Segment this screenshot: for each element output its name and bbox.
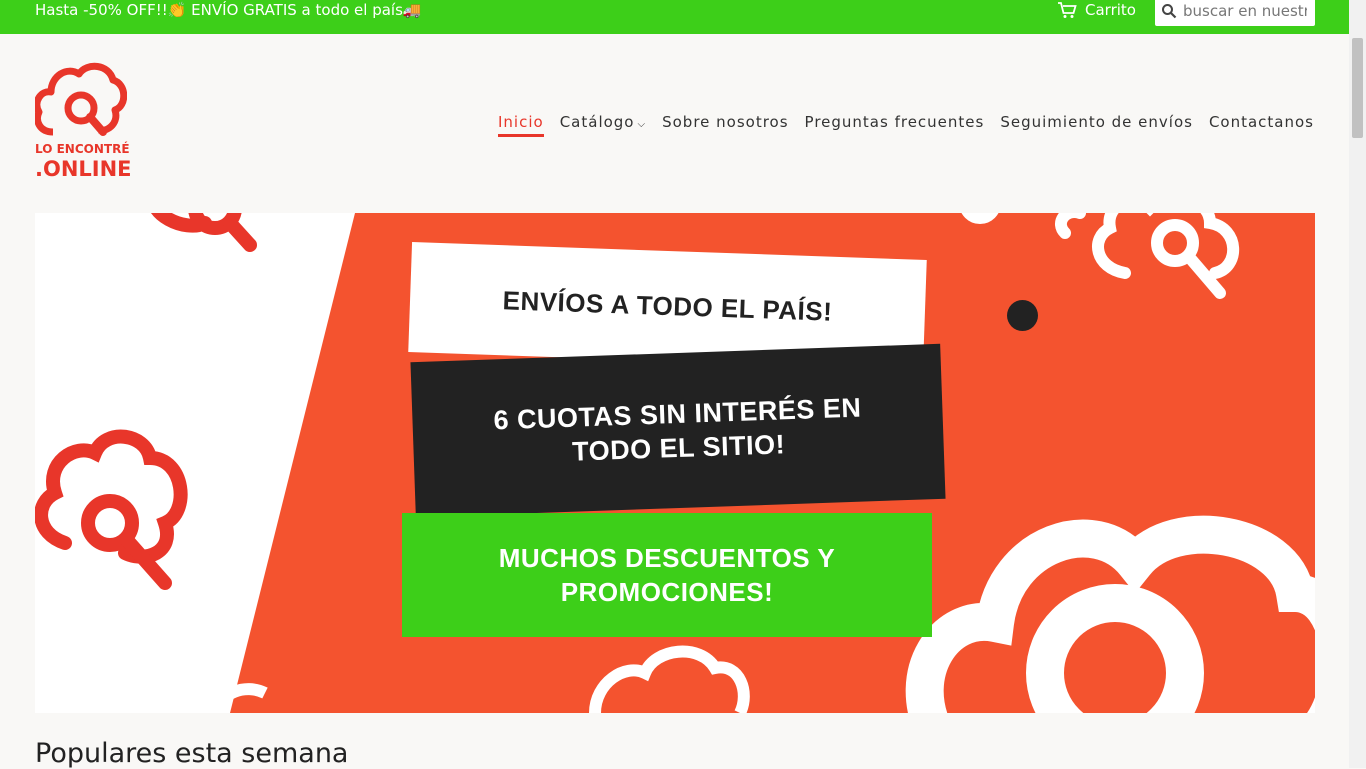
logo-cloud-icon — [33, 62, 128, 136]
search-input[interactable] — [1183, 2, 1307, 20]
nav-item-seguimiento-envios[interactable]: Seguimiento de envíos — [1000, 113, 1193, 135]
cart-icon — [1058, 1, 1077, 18]
announcement-bar: Hasta -50% OFF!!👏 ENVÍO GRATIS a todo el… — [0, 0, 1349, 34]
scrollbar-thumb[interactable] — [1352, 38, 1363, 138]
hero-card-discounts: MUCHOS DESCUENTOS Y PROMOCIONES! — [402, 513, 932, 637]
page-scrollbar[interactable] — [1349, 0, 1366, 768]
nav-item-catalogo[interactable]: Catálogo ⌵ — [560, 113, 646, 135]
search-box[interactable] — [1155, 0, 1315, 26]
chevron-down-icon: ⌵ — [637, 119, 647, 130]
logo-text-bottom: .ONLINE — [35, 157, 132, 181]
search-icon[interactable] — [1155, 3, 1183, 19]
hero-banner[interactable]: ENVÍOS A TODO EL PAÍS! 6 CUOTAS SIN INTE… — [35, 213, 1315, 713]
site-logo[interactable]: LO ENCONTRÉ .ONLINE — [33, 62, 132, 186]
announcement-text: Hasta -50% OFF!!👏 ENVÍO GRATIS a todo el… — [35, 1, 422, 19]
popular-section-title: Populares esta semana — [35, 738, 349, 769]
cart-label: Carrito — [1085, 1, 1136, 19]
nav-item-sobre-nosotros[interactable]: Sobre nosotros — [662, 113, 788, 135]
cart-link[interactable]: Carrito — [1057, 0, 1136, 20]
nav-item-contactanos[interactable]: Contactanos — [1209, 113, 1314, 135]
hero-card-installments: 6 CUOTAS SIN INTERÉS EN TODO EL SITIO! — [410, 343, 946, 518]
hero-dot — [1007, 300, 1038, 331]
nav-item-inicio[interactable]: Inicio — [498, 113, 544, 137]
main-nav: Inicio Catálogo ⌵ Sobre nosotros Pregunta… — [498, 113, 1314, 137]
nav-item-preguntas-frecuentes[interactable]: Preguntas frecuentes — [805, 113, 985, 135]
nav-item-catalogo-label: Catálogo — [559, 113, 635, 131]
logo-text-top: LO ENCONTRÉ — [35, 142, 130, 156]
